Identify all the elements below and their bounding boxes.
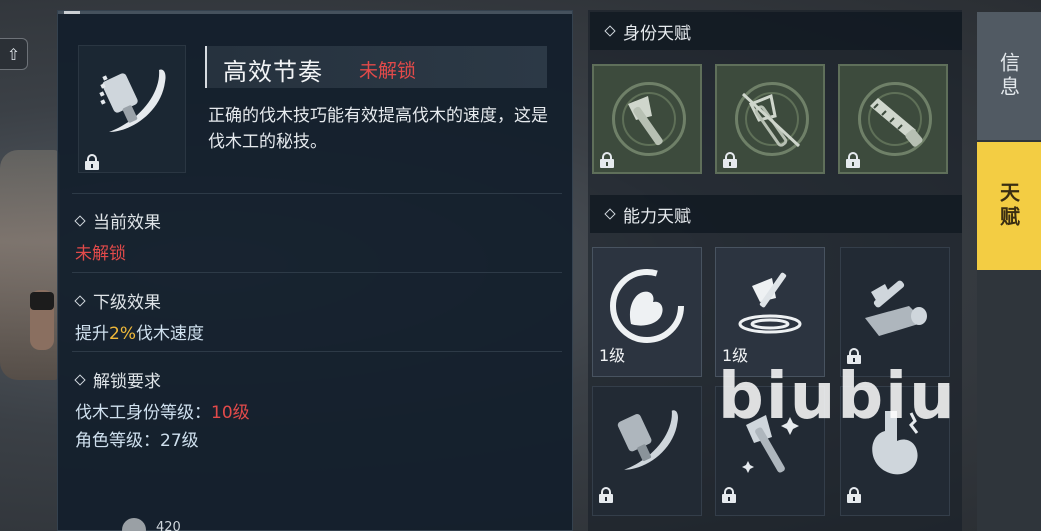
ability-talent-chop[interactable]: 1级 bbox=[715, 247, 825, 377]
currency-count: 420 bbox=[156, 520, 181, 531]
skill-icon-frame bbox=[78, 45, 186, 173]
lock-icon bbox=[85, 154, 99, 170]
next-effect-value: 提升2%伐木速度 bbox=[75, 324, 204, 344]
identity-talents-heading: 身份天赋 bbox=[590, 12, 962, 50]
diamond-bullet-icon bbox=[74, 373, 86, 386]
lock-icon bbox=[847, 487, 861, 503]
skill-title-bar: 高效节奏 未解锁 bbox=[205, 46, 547, 88]
up-arrow-icon: ⇧ bbox=[6, 44, 21, 64]
ability-talents-heading: 能力天赋 bbox=[590, 195, 962, 233]
requirement-profession-level: 伐木工身份等级：10级 bbox=[75, 403, 250, 423]
flexed-arm-icon bbox=[610, 269, 684, 343]
lock-icon bbox=[722, 487, 736, 503]
axe-chop-icon bbox=[738, 272, 802, 334]
skill-status: 未解锁 bbox=[359, 60, 417, 82]
log-axe-icon bbox=[865, 280, 927, 336]
lock-icon bbox=[846, 152, 860, 168]
ability-talent-strength[interactable]: 1级 bbox=[592, 247, 702, 377]
divider bbox=[72, 193, 562, 194]
skill-description: 正确的伐木技巧能有效提高伐木的速度，这是伐木工的秘技。 bbox=[208, 106, 548, 152]
background-wristband bbox=[30, 292, 54, 310]
requirements-heading: 解锁要求 bbox=[74, 367, 161, 392]
divider bbox=[72, 351, 562, 352]
diamond-bullet-icon bbox=[74, 214, 86, 227]
crossed-axe-icon bbox=[741, 92, 801, 148]
tab-info[interactable]: 信息 bbox=[977, 12, 1041, 140]
identity-talent-saw[interactable] bbox=[838, 64, 948, 174]
talent-level: 1级 bbox=[599, 346, 626, 365]
diamond-bullet-icon bbox=[604, 208, 616, 220]
identity-talent-axe[interactable] bbox=[592, 64, 702, 174]
axe-icon bbox=[628, 96, 663, 146]
panel-top-line bbox=[58, 11, 572, 14]
chainsaw-swoosh-icon bbox=[99, 69, 166, 132]
chainsaw-swoosh-icon bbox=[617, 410, 678, 470]
requirement-character-level: 角色等级：27级 bbox=[75, 431, 199, 451]
upgrade-arrow-button[interactable]: ⇧ bbox=[0, 38, 28, 70]
ability-talent-rhythm[interactable] bbox=[592, 386, 702, 516]
current-effect-heading: 当前效果 bbox=[74, 208, 161, 233]
tab-talent[interactable]: 天赋 bbox=[977, 142, 1041, 270]
next-effect-heading: 下级效果 bbox=[74, 288, 161, 313]
saw-icon bbox=[870, 98, 923, 147]
lock-icon bbox=[600, 152, 614, 168]
watermark: biubiu bbox=[718, 360, 957, 434]
diamond-bullet-icon bbox=[74, 294, 86, 307]
diamond-bullet-icon bbox=[604, 25, 616, 37]
skill-name: 高效节奏 bbox=[223, 58, 323, 86]
lock-icon bbox=[599, 487, 613, 503]
ability-talent-log[interactable] bbox=[840, 247, 950, 377]
current-effect-value: 未解锁 bbox=[75, 244, 126, 264]
divider bbox=[72, 272, 562, 273]
lock-icon bbox=[723, 152, 737, 168]
identity-talent-crossed-axe[interactable] bbox=[715, 64, 825, 174]
talent-detail-panel: 高效节奏 未解锁 正确的伐木技巧能有效提高伐木的速度，这是伐木工的秘技。 当前效… bbox=[57, 10, 573, 531]
